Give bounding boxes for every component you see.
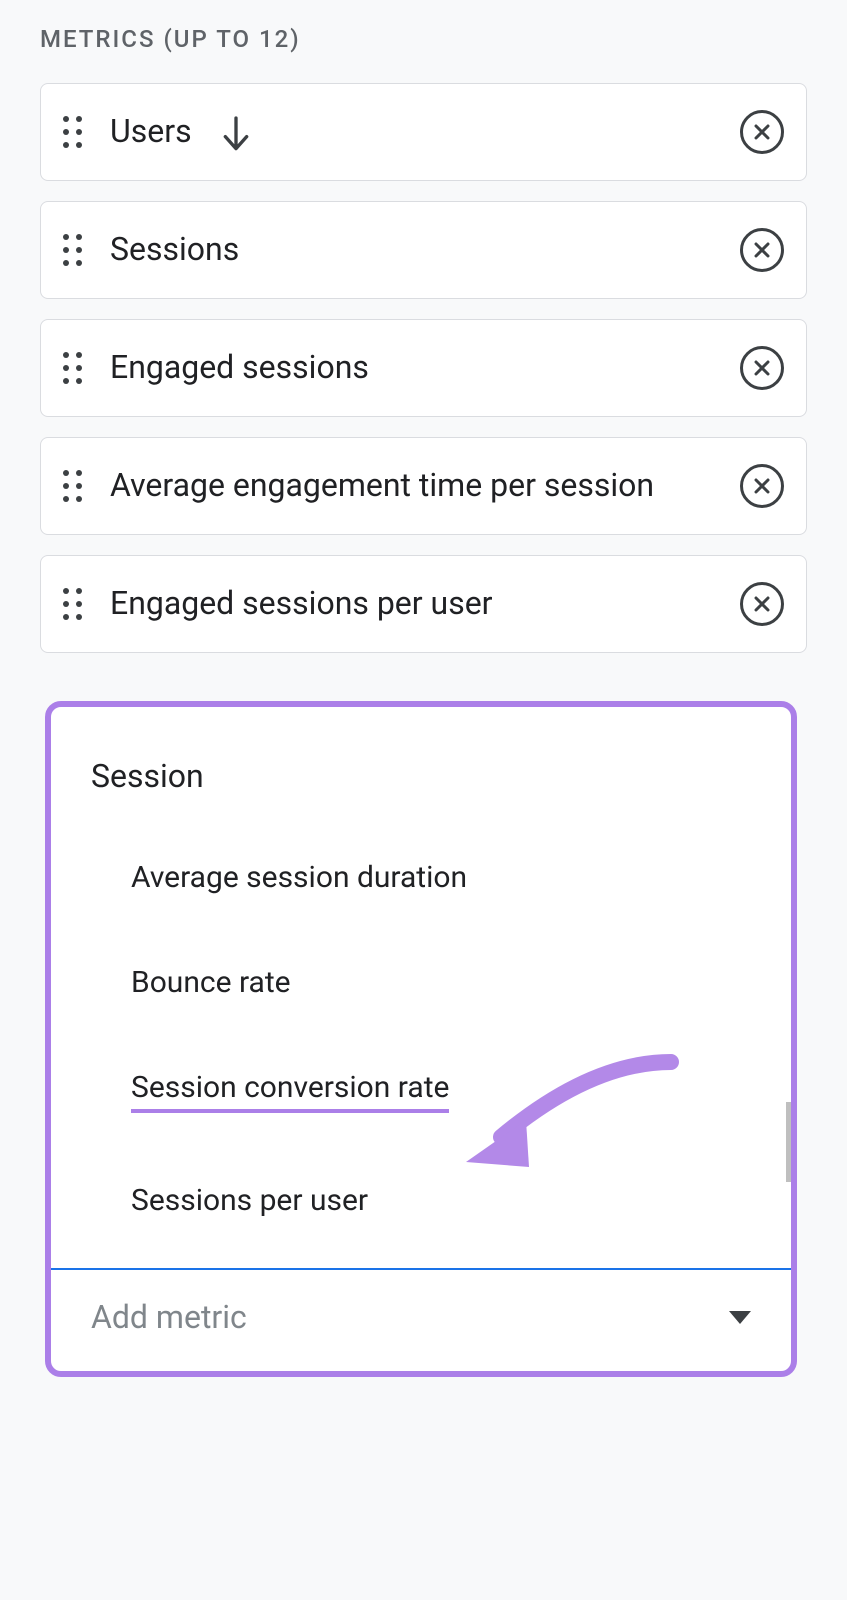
remove-metric-button[interactable] [740, 346, 784, 390]
drag-handle-icon[interactable] [63, 588, 82, 620]
dropdown-item-sessions-per-user[interactable]: Sessions per user [51, 1148, 791, 1268]
remove-metric-button[interactable] [740, 110, 784, 154]
drag-handle-icon[interactable] [63, 116, 82, 148]
dropdown-item-bounce-rate[interactable]: Bounce rate [51, 930, 791, 1035]
metrics-section-header: METRICS (UP TO 12) [40, 25, 807, 53]
scrollbar[interactable] [786, 1102, 797, 1182]
add-metric-label: Add metric [91, 1298, 247, 1336]
drag-handle-icon[interactable] [63, 470, 82, 502]
metric-label: Sessions [110, 228, 740, 271]
chevron-down-icon [729, 1311, 751, 1324]
remove-metric-button[interactable] [740, 228, 784, 272]
add-metric-button[interactable]: Add metric [51, 1270, 791, 1371]
metric-label: Engaged sessions [110, 346, 740, 389]
metric-card[interactable]: Engaged sessions [40, 319, 807, 417]
metric-label: Average engagement time per session [110, 464, 740, 507]
drag-handle-icon[interactable] [63, 352, 82, 384]
remove-metric-button[interactable] [740, 464, 784, 508]
metric-label: Users [110, 110, 740, 154]
metric-card[interactable]: Average engagement time per session [40, 437, 807, 535]
dropdown-item-session-conversion-rate[interactable]: Session conversion rate [51, 1035, 791, 1148]
metric-card[interactable]: Engaged sessions per user [40, 555, 807, 653]
dropdown-group-title: Session [51, 707, 791, 825]
drag-handle-icon[interactable] [63, 234, 82, 266]
metric-card[interactable]: Users [40, 83, 807, 181]
metric-picker-dropdown: Session Average session duration Bounce … [45, 701, 797, 1377]
metric-card[interactable]: Sessions [40, 201, 807, 299]
dropdown-item-average-session-duration[interactable]: Average session duration [51, 825, 791, 930]
remove-metric-button[interactable] [740, 582, 784, 626]
sort-descending-icon[interactable] [220, 114, 252, 154]
metric-label: Engaged sessions per user [110, 582, 740, 625]
